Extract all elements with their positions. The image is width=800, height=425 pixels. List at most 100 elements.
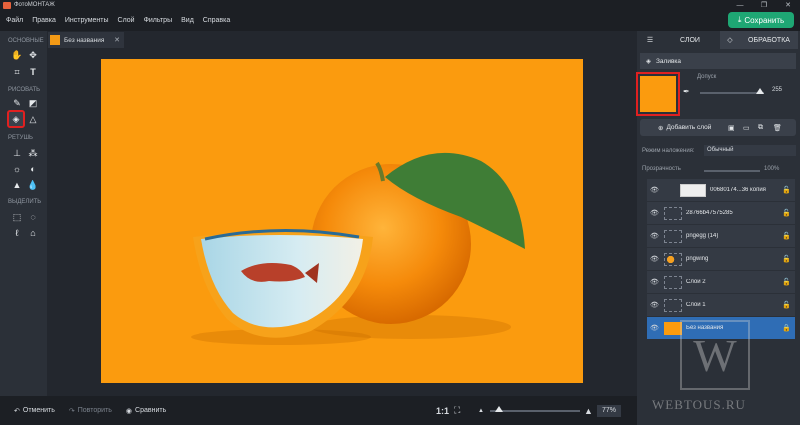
menu-view[interactable]: Вид xyxy=(181,17,194,24)
unlock-icon[interactable]: 🔓 xyxy=(782,209,791,217)
close-tab-icon[interactable]: ✕ xyxy=(114,36,120,44)
poly-lasso-tool-icon[interactable]: ⌂ xyxy=(26,226,40,240)
crop-tool-icon[interactable]: ⌗ xyxy=(10,65,24,79)
layer-name: 00680174...36 копия xyxy=(710,187,766,193)
layer-name: 28766b47575285 xyxy=(686,210,733,216)
layer-item[interactable]: 👁 pngwing 🔓 xyxy=(647,248,795,270)
unlock-icon[interactable]: 🔓 xyxy=(782,255,791,263)
adjust-icon[interactable]: ☰ xyxy=(640,31,660,49)
layer-item[interactable]: 👁 Слой 1 🔓 xyxy=(647,294,795,316)
document-thumbnail xyxy=(50,35,60,45)
mask-icon[interactable]: ▣ xyxy=(728,124,735,132)
eye-icon[interactable]: 👁 xyxy=(650,278,660,286)
layer-thumbnail xyxy=(664,206,682,220)
eye-icon[interactable]: 👁 xyxy=(650,324,660,332)
maximize-button[interactable]: ❐ xyxy=(752,0,776,10)
zoom-out-icon[interactable]: ▲ xyxy=(478,408,484,414)
section-draw: РИСОВАТЬ xyxy=(8,87,41,93)
shapes-tool-icon[interactable]: △ xyxy=(26,112,40,126)
eye-icon[interactable]: 👁 xyxy=(650,255,660,263)
drop-tool-icon[interactable]: 💧 xyxy=(26,178,40,192)
zoom-in-icon[interactable]: ▲ xyxy=(584,406,593,416)
eye-icon[interactable]: 👁 xyxy=(650,232,660,240)
layer-thumbnail xyxy=(664,275,682,289)
folder-icon[interactable]: ▭ xyxy=(743,124,750,132)
fill-tool-icon[interactable]: ◈ xyxy=(7,110,25,128)
menu-filters[interactable]: Фильтры xyxy=(144,17,173,24)
tab-processing[interactable]: ОБРАБОТКА xyxy=(740,31,798,49)
stamp-tool-icon[interactable]: ⊥ xyxy=(10,146,24,160)
undo-button[interactable]: ↶ Отменить xyxy=(14,407,55,415)
close-window-button[interactable]: ✕ xyxy=(776,0,800,10)
undo-icon: ↶ xyxy=(14,407,20,415)
trash-icon[interactable]: 🗑 xyxy=(773,124,782,132)
brightness-tool-icon[interactable]: ☼ xyxy=(10,162,24,176)
eraser-tool-icon[interactable]: ◩ xyxy=(26,96,40,110)
fit-screen-icon[interactable]: ⛶ xyxy=(454,405,460,416)
compare-label: Сравнить xyxy=(135,407,167,414)
layer-item[interactable]: 👁 pngegg (14) 🔓 xyxy=(647,225,795,247)
lock-icon[interactable]: 🔒 xyxy=(782,324,791,332)
redo-button[interactable]: ↷ Повторить xyxy=(69,407,112,415)
app-title: ФотоМОНТАЖ xyxy=(14,2,55,8)
duplicate-icon[interactable]: ⧉ xyxy=(758,124,763,132)
eye-icon[interactable]: 👁 xyxy=(650,186,660,194)
eyedropper-icon[interactable]: ✒ xyxy=(683,87,690,96)
tolerance-value: 255 xyxy=(772,87,783,93)
unlock-icon[interactable]: 🔓 xyxy=(782,232,791,240)
layer-item[interactable]: 👁 00680174...36 копия 🔓 xyxy=(647,179,795,201)
section-retouch: РЕТУШЬ xyxy=(8,135,33,141)
minimize-button[interactable]: — xyxy=(728,0,752,10)
layer-thumbnail xyxy=(664,229,682,243)
dodge-tool-icon[interactable]: ◐ xyxy=(26,162,40,176)
lasso-tool-icon[interactable]: ℓ xyxy=(10,226,24,240)
sharpen-tool-icon[interactable]: ▲ xyxy=(10,178,24,192)
pattern-tool-icon[interactable]: ⁂ xyxy=(26,146,40,160)
actual-size-button[interactable]: 1:1 xyxy=(436,406,449,416)
redo-icon: ↷ xyxy=(68,407,75,415)
eye-icon[interactable]: 👁 xyxy=(650,209,660,217)
save-button-label: Сохранить xyxy=(744,15,785,25)
compare-button[interactable]: ◉ Сравнить xyxy=(126,407,166,415)
ellipse-select-tool-icon[interactable]: ◌ xyxy=(26,210,40,224)
text-tool-icon[interactable]: T xyxy=(26,65,40,79)
layer-name: pngwing xyxy=(686,256,709,262)
opacity-slider[interactable] xyxy=(704,170,760,172)
unlock-icon[interactable]: 🔓 xyxy=(782,301,791,309)
menu-help[interactable]: Справка xyxy=(203,17,230,24)
menu-layer[interactable]: Слой xyxy=(118,17,135,24)
tolerance-slider-knob[interactable] xyxy=(756,88,764,94)
eye-icon[interactable]: 👁 xyxy=(650,301,660,309)
add-layer-button[interactable]: ⊕ Добавить слой xyxy=(658,124,711,132)
menu-file[interactable]: Файл xyxy=(6,17,23,24)
redo-label: Повторить xyxy=(77,407,112,414)
zoom-slider-knob[interactable] xyxy=(495,406,503,412)
menu-edit[interactable]: Правка xyxy=(32,17,56,24)
zoom-value[interactable]: 77% xyxy=(597,404,621,417)
document-tab[interactable]: Без названия ✕ xyxy=(48,32,124,48)
tab-layers[interactable]: СЛОИ xyxy=(660,31,720,49)
app-logo-icon xyxy=(3,1,11,9)
bottom-bar: ↶ Отменить ↷ Повторить ◉ Сравнить 1:1 ⛶ … xyxy=(0,396,637,425)
unlock-icon[interactable]: 🔓 xyxy=(782,186,791,194)
add-layer-label: Добавить слой xyxy=(666,124,712,131)
layer-toolbar: ⊕ Добавить слой ▣ ▭ ⧉ 🗑 xyxy=(640,119,796,136)
image-canvas[interactable] xyxy=(101,59,583,383)
layer-item[interactable]: 👁 28766b47575285 🔓 xyxy=(647,202,795,224)
menu-tools[interactable]: Инструменты xyxy=(65,17,109,24)
fill-color-swatch[interactable] xyxy=(636,72,680,116)
watermark-logo: W xyxy=(680,320,750,390)
blend-mode-select[interactable]: Обычный xyxy=(704,145,796,156)
hand-tool-icon[interactable]: ✋ xyxy=(10,48,24,62)
zoom-slider[interactable] xyxy=(490,410,580,412)
tolerance-slider[interactable] xyxy=(700,92,764,94)
processing-icon[interactable]: ◇ xyxy=(720,31,740,49)
move-tool-icon[interactable]: ✥ xyxy=(26,48,40,62)
rect-select-tool-icon[interactable]: ⬚ xyxy=(10,210,24,224)
unlock-icon[interactable]: 🔓 xyxy=(782,278,791,286)
layer-item[interactable]: 👁 Слой 2 🔓 xyxy=(647,271,795,293)
brush-tool-icon[interactable]: ✎ xyxy=(10,96,24,110)
save-button[interactable]: ⤓ Сохранить xyxy=(728,12,794,28)
fill-label: Заливка xyxy=(656,57,682,65)
menu-bar: Файл Правка Инструменты Слой Фильтры Вид… xyxy=(0,10,800,31)
